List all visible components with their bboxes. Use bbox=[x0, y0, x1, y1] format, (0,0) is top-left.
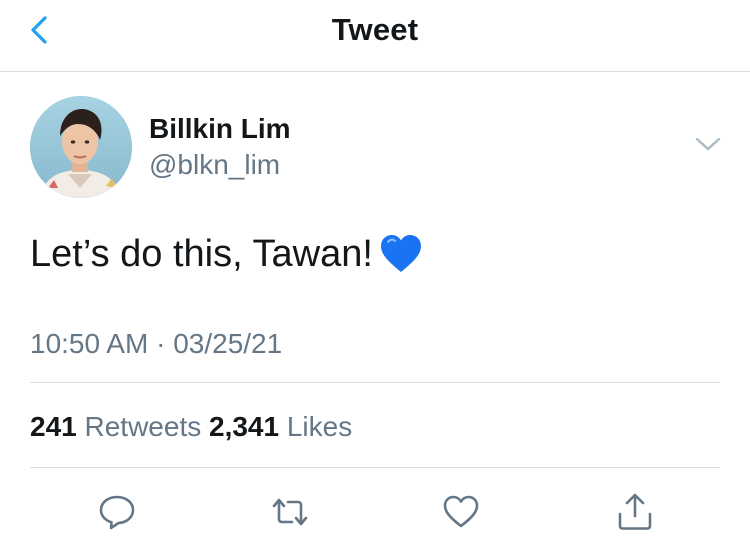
divider bbox=[30, 467, 720, 468]
share-button[interactable] bbox=[615, 492, 655, 532]
divider bbox=[30, 382, 720, 383]
reply-button[interactable] bbox=[97, 492, 137, 532]
author-handle[interactable]: @blkn_lim bbox=[149, 149, 280, 181]
like-button[interactable] bbox=[441, 492, 481, 532]
share-icon bbox=[618, 493, 652, 530]
author-name[interactable]: Billkin Lim bbox=[149, 113, 291, 145]
navigation-bar: Tweet bbox=[0, 0, 750, 72]
likes-stat[interactable]: 2,341 Likes bbox=[209, 411, 352, 442]
retweets-stat[interactable]: 241 Retweets bbox=[30, 411, 209, 442]
likes-count: 2,341 bbox=[209, 411, 280, 442]
retweet-button[interactable] bbox=[270, 492, 310, 532]
heart-icon bbox=[443, 495, 479, 528]
avatar[interactable] bbox=[30, 96, 132, 198]
likes-label: Likes bbox=[286, 411, 353, 442]
tweet-timestamp: 10:50 AM · 03/25/21 bbox=[30, 328, 282, 360]
blue-heart-emoji-icon bbox=[379, 234, 423, 274]
retweets-label: Retweets bbox=[84, 411, 202, 442]
retweet-icon bbox=[272, 498, 308, 526]
tweet-body: Let’s do this, Tawan! bbox=[30, 233, 373, 275]
chevron-down-icon bbox=[695, 137, 721, 151]
tweet-stats: 241 Retweets 2,341 Likes bbox=[30, 411, 352, 443]
tweet-time: 10:50 AM bbox=[30, 328, 149, 359]
more-options-button[interactable] bbox=[694, 134, 722, 154]
meta-separator: · bbox=[156, 328, 166, 359]
tweet-date: 03/25/21 bbox=[173, 328, 283, 359]
tweet-text: Let’s do this, Tawan! bbox=[30, 233, 423, 276]
profile-photo bbox=[30, 96, 132, 198]
retweets-count: 241 bbox=[30, 411, 77, 442]
tweet-detail-screen: Tweet Billkin Lim @blkn_lim Let’s do thi… bbox=[0, 0, 750, 553]
reply-icon bbox=[99, 495, 135, 530]
page-title: Tweet bbox=[331, 12, 419, 47]
